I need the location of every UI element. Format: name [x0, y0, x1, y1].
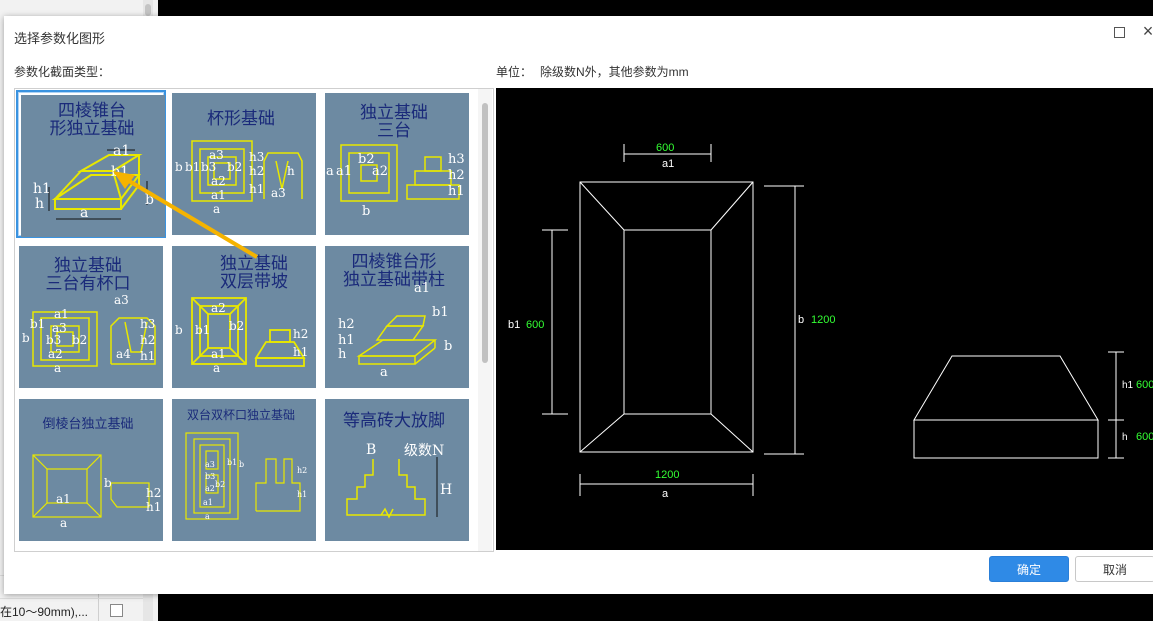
dim-value-a1: 600 [656, 142, 675, 154]
dim-label-h1: h1 [1122, 380, 1134, 391]
dim-label-a1: a1 [662, 158, 675, 170]
dim-label-b1: b1 [508, 319, 521, 331]
gallery-scrollbar[interactable] [478, 89, 492, 551]
unit-label: 单位： 除级数N外，其他参数为mm [496, 63, 697, 80]
dim-value-a: 1200 [655, 469, 680, 481]
dim-value-h: 600 [1136, 431, 1153, 443]
row-checkbox[interactable] [110, 604, 123, 617]
selection-arrow [113, 171, 259, 259]
scrollbar-thumb[interactable] [482, 103, 488, 363]
dim-label-h: h [1122, 432, 1128, 443]
section-label: 参数化截面类型： [14, 65, 111, 79]
dialog-title: 选择参数化图形 [14, 31, 106, 46]
dim-label-a: a [662, 488, 669, 500]
unit-caption: 单位： [496, 65, 533, 79]
ok-button[interactable]: 确定 [989, 556, 1069, 582]
row-divider [0, 598, 143, 599]
remark-text: 在10～90mm),... [0, 605, 89, 619]
dim-value-b1: 600 [526, 319, 545, 331]
shape-gallery: 四棱锥台 形独立基础 a1 b1 h1 h a b 杯形基础 b b1 b3 a… [14, 88, 494, 552]
unit-text: 除级数N外，其他参数为mm [540, 65, 689, 79]
column-divider [98, 599, 99, 621]
background-bottombar [158, 594, 1153, 621]
dim-label-b: b [798, 314, 805, 326]
cancel-button[interactable]: 取消 [1075, 556, 1153, 582]
maximize-button[interactable] [1114, 27, 1125, 38]
background-topbar [158, 0, 1153, 16]
close-button[interactable]: × [1140, 22, 1153, 40]
shape-picker-dialog: 选择参数化图形 × 参数化截面类型： 单位： 除级数N外，其他参数为mm 四棱锥… [4, 16, 1153, 594]
dim-value-b: 1200 [811, 314, 836, 326]
dim-value-h1: 600 [1136, 379, 1153, 391]
preview-canvas: 600 a1 b1 600 b 1200 1200 a h1 600 h 600 [496, 88, 1153, 550]
